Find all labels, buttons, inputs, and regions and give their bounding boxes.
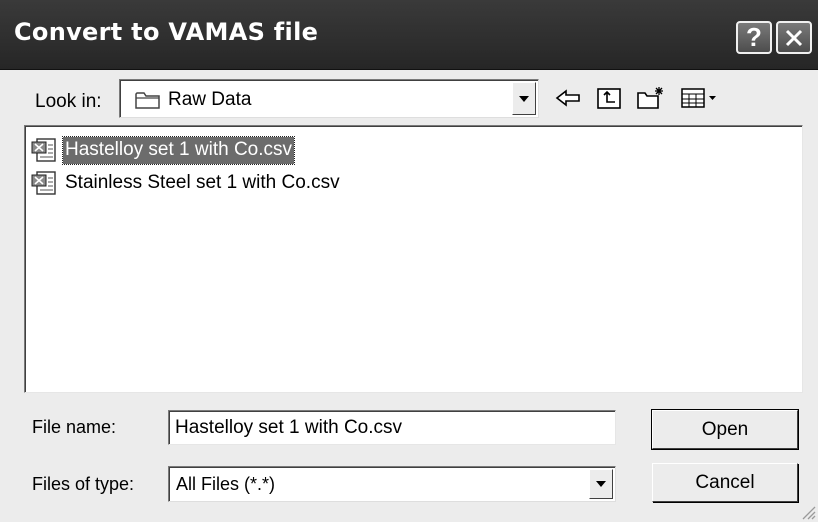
file-name-field[interactable] bbox=[168, 410, 616, 445]
new-folder-button[interactable] bbox=[636, 83, 666, 113]
open-button[interactable]: Open bbox=[651, 409, 799, 450]
up-one-level-button[interactable] bbox=[594, 83, 624, 113]
back-button[interactable] bbox=[553, 83, 583, 113]
look-in-label: Look in: bbox=[35, 91, 102, 112]
file-type-dropdown-button[interactable] bbox=[589, 469, 613, 499]
help-button[interactable]: ? bbox=[736, 21, 772, 54]
csv-file-icon bbox=[31, 138, 56, 162]
folder-icon bbox=[135, 92, 160, 109]
title-bar: Convert to VAMAS file ? bbox=[0, 0, 818, 70]
chevron-down-icon bbox=[519, 95, 529, 102]
close-button[interactable] bbox=[776, 21, 812, 54]
file-type-value: All Files (*.*) bbox=[176, 474, 276, 494]
file-type-label: Files of type: bbox=[32, 474, 135, 494]
look-in-dropdown[interactable]: Raw Data bbox=[119, 79, 539, 118]
look-in-dropdown-button[interactable] bbox=[512, 82, 536, 115]
file-name-label: File name: bbox=[32, 417, 117, 437]
cancel-button-label: Cancel bbox=[695, 471, 755, 493]
cancel-button[interactable]: Cancel bbox=[652, 463, 798, 502]
up-one-level-icon bbox=[597, 88, 621, 109]
view-menu-button[interactable] bbox=[678, 83, 722, 113]
close-x-icon bbox=[785, 29, 803, 46]
window-title: Convert to VAMAS file bbox=[14, 18, 319, 46]
file-type-dropdown[interactable]: All Files (*.*) bbox=[168, 466, 616, 502]
file-list[interactable]: Hastelloy set 1 with Co.csv Stainless St… bbox=[24, 125, 803, 393]
chevron-down-icon bbox=[596, 481, 606, 487]
view-menu-icon bbox=[681, 88, 716, 108]
new-folder-icon bbox=[637, 87, 663, 109]
look-in-value: Raw Data bbox=[168, 89, 252, 110]
file-name-label: Hastelloy set 1 with Co.csv bbox=[61, 135, 296, 165]
file-list-item[interactable]: Stainless Steel set 1 with Co.csv bbox=[31, 169, 342, 197]
file-name-label: Stainless Steel set 1 with Co.csv bbox=[65, 171, 340, 193]
file-list-item[interactable]: Hastelloy set 1 with Co.csv bbox=[31, 135, 296, 165]
open-button-label: Open bbox=[701, 418, 749, 440]
csv-file-icon bbox=[31, 171, 56, 195]
help-label: ? bbox=[746, 22, 762, 52]
resize-grip-icon[interactable] bbox=[800, 504, 816, 520]
back-arrow-icon bbox=[555, 89, 580, 107]
